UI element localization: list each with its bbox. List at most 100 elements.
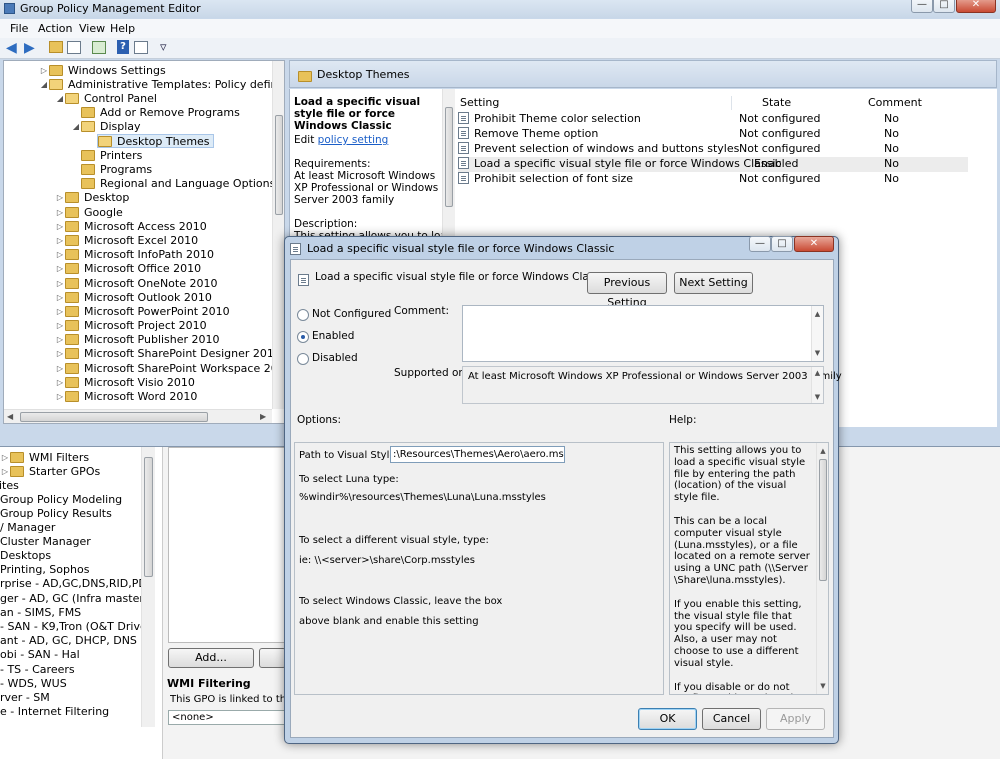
expand-arrow-icon[interactable]: ▷ bbox=[55, 319, 65, 333]
menu-file[interactable]: File bbox=[10, 22, 28, 35]
dialog-close-button[interactable]: ✕ bbox=[794, 236, 834, 252]
gpmc-tree-item[interactable]: an - SIMS, FMS bbox=[0, 606, 81, 620]
export-list-icon[interactable] bbox=[92, 41, 106, 54]
radio-disabled-label[interactable]: Disabled bbox=[312, 352, 358, 364]
gpmc-tree-item[interactable]: e - Internet Filtering bbox=[0, 705, 109, 719]
gpmc-tree-item[interactable]: - SAN - K9,Tron (O&T Drive bbox=[0, 620, 147, 634]
tree-item[interactable]: ▷ Microsoft Visio 2010 bbox=[55, 376, 195, 390]
expand-arrow-icon[interactable]: ▷ bbox=[55, 220, 65, 234]
forward-icon[interactable]: ▶ bbox=[24, 40, 35, 56]
expand-arrow-icon[interactable]: ▷ bbox=[55, 277, 65, 291]
help-icon[interactable]: ? bbox=[117, 40, 129, 54]
scroll-up-arrow-icon[interactable]: ▲ bbox=[812, 306, 823, 322]
tree-item[interactable]: ▷ Desktop bbox=[55, 191, 129, 205]
column-header-setting[interactable]: Setting bbox=[460, 96, 732, 110]
tree-item[interactable]: ▷ Microsoft Project 2010 bbox=[55, 319, 207, 333]
wmi-filter-select[interactable]: <none> bbox=[168, 710, 286, 725]
scroll-down-arrow-icon[interactable]: ▼ bbox=[817, 678, 828, 694]
radio-disabled[interactable] bbox=[297, 353, 309, 365]
gpmc-tree-item[interactable]: Group Policy Results bbox=[0, 507, 112, 521]
collapse-arrow-icon[interactable]: ◢ bbox=[55, 92, 65, 106]
expand-arrow-icon[interactable]: ▷ bbox=[39, 64, 49, 78]
next-setting-button[interactable]: Next Setting bbox=[674, 272, 753, 294]
scrollbar-thumb[interactable] bbox=[275, 115, 283, 215]
expand-arrow-icon[interactable]: ▷ bbox=[55, 206, 65, 220]
tree-item[interactable]: ▷ Microsoft Access 2010 bbox=[55, 220, 207, 234]
scrollbar-thumb[interactable] bbox=[144, 457, 153, 577]
tree-item[interactable]: ◢Administrative Templates: Policy defini… bbox=[39, 78, 284, 92]
scroll-down-arrow-icon[interactable]: ▼ bbox=[812, 345, 823, 361]
table-row[interactable]: Prohibit selection of font size Not conf… bbox=[458, 172, 968, 187]
expand-arrow-icon[interactable]: ▷ bbox=[55, 305, 65, 319]
gpmc-tree-item[interactable]: - TS - Careers bbox=[0, 663, 75, 677]
cancel-button[interactable]: Cancel bbox=[702, 708, 761, 730]
up-folder-icon[interactable] bbox=[49, 41, 63, 53]
column-header-state[interactable]: State bbox=[762, 96, 822, 109]
tree-horizontal-scrollbar[interactable]: ◀ ▶ bbox=[4, 409, 272, 423]
show-tree-icon[interactable] bbox=[67, 41, 81, 54]
tree-item[interactable]: ▷ Microsoft InfoPath 2010 bbox=[55, 248, 214, 262]
tree-item[interactable]: Add or Remove Programs bbox=[71, 106, 240, 120]
gpmc-tree-item[interactable]: obi - SAN - Hal bbox=[0, 648, 80, 662]
column-header-comment[interactable]: Comment bbox=[868, 96, 948, 109]
apply-button[interactable]: Apply bbox=[766, 708, 825, 730]
scrollbar-thumb[interactable] bbox=[819, 459, 827, 581]
tree-item[interactable]: ▷ Microsoft Word 2010 bbox=[55, 390, 197, 404]
tree-item[interactable]: ▷ Microsoft OneNote 2010 bbox=[55, 277, 218, 291]
tree-item[interactable]: ▷ Google bbox=[55, 206, 123, 220]
collapse-arrow-icon[interactable]: ◢ bbox=[71, 120, 81, 134]
collapse-arrow-icon[interactable]: ◢ bbox=[39, 78, 49, 92]
table-row-selected[interactable]: Load a specific visual style file or for… bbox=[458, 157, 968, 172]
tree-item[interactable]: ▷ Microsoft SharePoint Designer 2010 bbox=[55, 347, 281, 361]
gpmc-tree-item[interactable]: rprise - AD,GC,DNS,RID,PDC bbox=[0, 577, 155, 591]
scroll-up-arrow-icon[interactable]: ▲ bbox=[812, 365, 823, 381]
expand-arrow-icon[interactable]: ▷ bbox=[55, 262, 65, 276]
minimize-button[interactable]: — bbox=[911, 0, 933, 13]
tree-item[interactable]: ▷ Microsoft SharePoint Workspace 2010 bbox=[55, 362, 284, 376]
add-link-button[interactable]: Add... bbox=[168, 648, 254, 668]
gpmc-tree-item[interactable]: / Manager bbox=[0, 521, 55, 535]
tree-item[interactable]: ▷ Microsoft Excel 2010 bbox=[55, 234, 198, 248]
tree-item[interactable]: ▷ Microsoft Office 2010 bbox=[55, 262, 201, 276]
filter-icon[interactable]: ▿ bbox=[160, 40, 167, 55]
expand-arrow-icon[interactable]: ▷ bbox=[55, 376, 65, 390]
gpmc-tree-item[interactable]: Cluster Manager bbox=[0, 535, 91, 549]
tree-item[interactable]: ◢ Control Panel bbox=[55, 92, 157, 106]
gpmc-tree-item[interactable]: Group Policy Modeling bbox=[0, 493, 122, 507]
expand-arrow-icon[interactable]: ▷ bbox=[55, 191, 65, 205]
supported-scrollbar[interactable]: ▲ ▼ bbox=[811, 367, 823, 403]
tree-item[interactable]: Programs bbox=[71, 163, 152, 177]
gpmc-tree-scrollbar[interactable] bbox=[141, 447, 155, 727]
radio-enabled[interactable] bbox=[297, 331, 309, 343]
expand-arrow-icon[interactable]: ▷ bbox=[55, 347, 65, 361]
comment-scrollbar[interactable]: ▲ ▼ bbox=[811, 306, 823, 361]
gpmc-tree-item[interactable]: Desktops bbox=[0, 549, 51, 563]
radio-not-configured[interactable] bbox=[297, 309, 309, 321]
maximize-button[interactable]: □ bbox=[933, 0, 955, 13]
scrollbar-thumb[interactable] bbox=[445, 107, 453, 207]
remove-link-button[interactable] bbox=[259, 648, 286, 668]
tree-item[interactable]: ◢ Display bbox=[71, 120, 141, 134]
visual-style-path-input[interactable]: :\Resources\Themes\Aero\aero.msstyles bbox=[390, 446, 565, 463]
scroll-right-arrow-icon[interactable]: ▶ bbox=[260, 412, 266, 421]
tree-item[interactable]: ▷ Microsoft Publisher 2010 bbox=[55, 333, 220, 347]
tree-item[interactable]: Printers bbox=[71, 149, 142, 163]
back-icon[interactable]: ◀ bbox=[6, 40, 17, 56]
scroll-up-arrow-icon[interactable]: ▲ bbox=[817, 443, 828, 459]
close-button[interactable]: ✕ bbox=[956, 0, 996, 13]
table-row[interactable]: Remove Theme option Not configured No bbox=[458, 127, 968, 142]
expand-arrow-icon[interactable]: ▷ bbox=[55, 248, 65, 262]
ok-button[interactable]: OK bbox=[638, 708, 697, 730]
dialog-minimize-button[interactable]: — bbox=[749, 236, 771, 252]
scrollbar-thumb[interactable] bbox=[20, 412, 208, 422]
expand-arrow-icon[interactable]: ▷ bbox=[0, 451, 10, 465]
tree-item[interactable]: ▷ Microsoft Outlook 2010 bbox=[55, 291, 212, 305]
expand-arrow-icon[interactable]: ▷ bbox=[55, 234, 65, 248]
scroll-left-arrow-icon[interactable]: ◀ bbox=[7, 412, 13, 421]
gpmc-tree-item[interactable]: Printing, Sophos bbox=[0, 563, 89, 577]
previous-setting-button[interactable]: Previous Setting bbox=[587, 272, 667, 309]
table-row[interactable]: Prohibit Theme color selection Not confi… bbox=[458, 112, 968, 127]
tree-item[interactable]: ▷ Microsoft PowerPoint 2010 bbox=[55, 305, 230, 319]
tree-item-selected[interactable]: Desktop Themes bbox=[97, 134, 214, 148]
menu-help[interactable]: Help bbox=[110, 22, 135, 35]
